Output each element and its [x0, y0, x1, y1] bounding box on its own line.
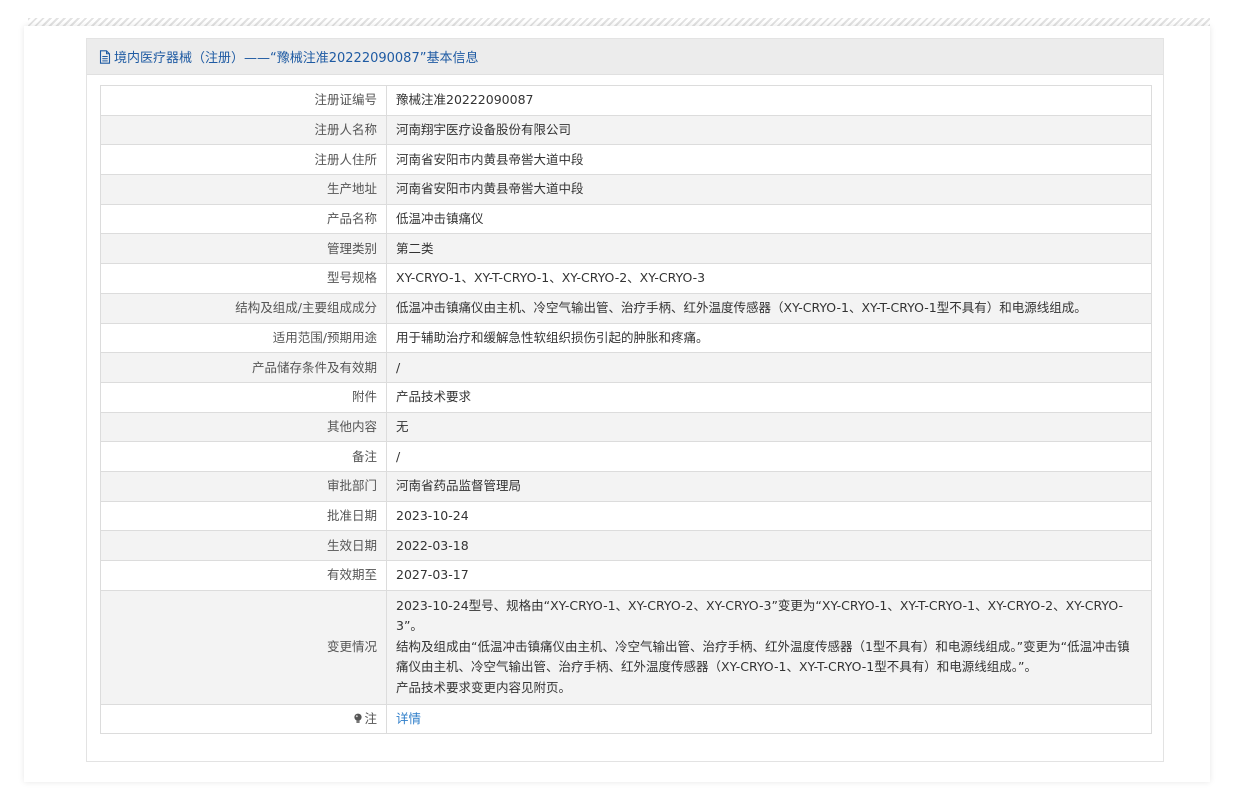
table-row: 型号规格 XY-CRYO-1、XY-T-CRYO-1、XY-CRYO-2、XY-C… [100, 263, 1152, 294]
detail-table-wrapper: 注册证编号 豫械注准20222090087 注册人名称 河南翔宇医疗设备股份有限公司… [100, 85, 1152, 735]
change-line: 结构及组成由“低温冲击镇痛仪由主机、冷空气输出管、治疗手柄、红外温度传感器（1型… [396, 638, 1130, 675]
panel-title: 境内医疗器械（注册）——“豫械注准20222090087”基本信息 [114, 51, 479, 66]
row-label: 产品名称 [100, 203, 387, 235]
row-value: 河南翔宇医疗设备股份有限公司 [386, 114, 1152, 146]
note-label: 注 [364, 711, 377, 727]
row-value: 河南省安阳市内黄县帝喾大道中段 [386, 174, 1152, 205]
table-row: 生效日期 2022-03-18 [100, 530, 1152, 561]
details-link[interactable]: 详情 [396, 711, 421, 726]
row-value: 2022-03-18 [386, 530, 1152, 561]
row-label: 生效日期 [100, 530, 387, 561]
row-label: 结构及组成/主要组成成分 [100, 292, 387, 324]
table-row: 备注 / [100, 441, 1152, 472]
row-label: 附件 [100, 381, 387, 413]
note-row: 注 详情 [100, 703, 1152, 735]
row-value: / [386, 441, 1152, 472]
table-row: 注册证编号 豫械注准20222090087 [100, 85, 1152, 116]
row-label: 有效期至 [100, 560, 387, 591]
row-value: 河南省药品监督管理局 [386, 470, 1152, 502]
decorative-stripe [28, 18, 1210, 26]
row-value: 2023-10-24 [386, 500, 1152, 532]
table-row: 管理类别 第二类 [100, 233, 1152, 265]
table-row: 结构及组成/主要组成成分 低温冲击镇痛仪由主机、冷空气输出管、治疗手柄、红外温度传… [100, 292, 1152, 324]
row-value: 2027-03-17 [386, 560, 1152, 591]
document-icon [99, 49, 112, 64]
row-label: 其他内容 [100, 411, 387, 443]
row-label: 注册证编号 [100, 85, 387, 116]
row-label: 管理类别 [100, 233, 387, 265]
change-history-row: 变更情况 2023-10-24型号、规格由“XY-CRYO-1、XY-CRYO-… [100, 589, 1152, 705]
row-value: XY-CRYO-1、XY-T-CRYO-1、XY-CRYO-2、XY-CRYO-… [386, 263, 1152, 294]
table-row: 附件 产品技术要求 [100, 381, 1152, 413]
table-row: 其他内容无 [100, 411, 1152, 443]
note-label-cell: 注 [100, 703, 387, 735]
panel-header: 境内医疗器械（注册）——“豫械注准20222090087”基本信息 [87, 39, 1163, 75]
row-label: 审批部门 [100, 470, 387, 502]
table-row: 生产地址 河南省安阳市内黄县帝喾大道中段 [100, 174, 1152, 205]
change-line: 2023-10-24型号、规格由“XY-CRYO-1、XY-CRYO-2、XY-… [396, 597, 1124, 634]
row-value: 产品技术要求 [386, 381, 1152, 413]
note-value: 详情 [386, 703, 1152, 735]
table-row: 批准日期 2023-10-24 [100, 500, 1152, 532]
row-value: / [386, 352, 1152, 383]
row-label: 批准日期 [100, 500, 387, 532]
info-panel: 境内医疗器械（注册）——“豫械注准20222090087”基本信息 注册证编号豫… [86, 38, 1164, 762]
row-label: 变更情况 [100, 589, 387, 705]
row-label: 生产地址 [100, 174, 387, 205]
row-label: 适用范围/预期用途 [100, 322, 387, 354]
row-label: 注册人名称 [100, 114, 387, 146]
row-label: 产品储存条件及有效期 [100, 352, 387, 383]
row-label: 型号规格 [100, 263, 387, 294]
row-value: 第二类 [386, 233, 1152, 265]
row-value: 豫械注准20222090087 [386, 85, 1152, 116]
table-row: 产品储存条件及有效期 / [100, 352, 1152, 383]
row-label: 备注 [100, 441, 387, 472]
row-value: 用于辅助治疗和缓解急性软组织损伤引起的肿胀和疼痛。 [386, 322, 1152, 354]
row-value: 无 [386, 411, 1152, 443]
row-label: 注册人住所 [100, 144, 387, 176]
lightbulb-icon [353, 710, 363, 724]
row-value: 低温冲击镇痛仪由主机、冷空气输出管、治疗手柄、红外温度传感器（XY-CRYO-1… [386, 292, 1152, 324]
change-line: 产品技术要求变更内容见附页。 [396, 680, 572, 696]
detail-table: 注册证编号 豫械注准20222090087 注册人名称 河南翔宇医疗设备股份有限公司… [100, 85, 1152, 735]
row-value: 河南省安阳市内黄县帝喾大道中段 [386, 144, 1152, 176]
table-row: 注册人住所 河南省安阳市内黄县帝喾大道中段 [100, 144, 1152, 176]
table-row: 产品名称 低温冲击镇痛仪 [100, 203, 1152, 235]
table-row: 适用范围/预期用途 用于辅助治疗和缓解急性软组织损伤引起的肿胀和疼痛。 [100, 322, 1152, 354]
table-row: 有效期至 2027-03-17 [100, 560, 1152, 591]
table-row: 注册人名称 河南翔宇医疗设备股份有限公司 [100, 114, 1152, 146]
table-row: 审批部门 河南省药品监督管理局 [100, 470, 1152, 502]
change-history-value: 2023-10-24型号、规格由“XY-CRYO-1、XY-CRYO-2、XY-… [386, 589, 1152, 705]
row-value: 低温冲击镇痛仪 [386, 203, 1152, 235]
